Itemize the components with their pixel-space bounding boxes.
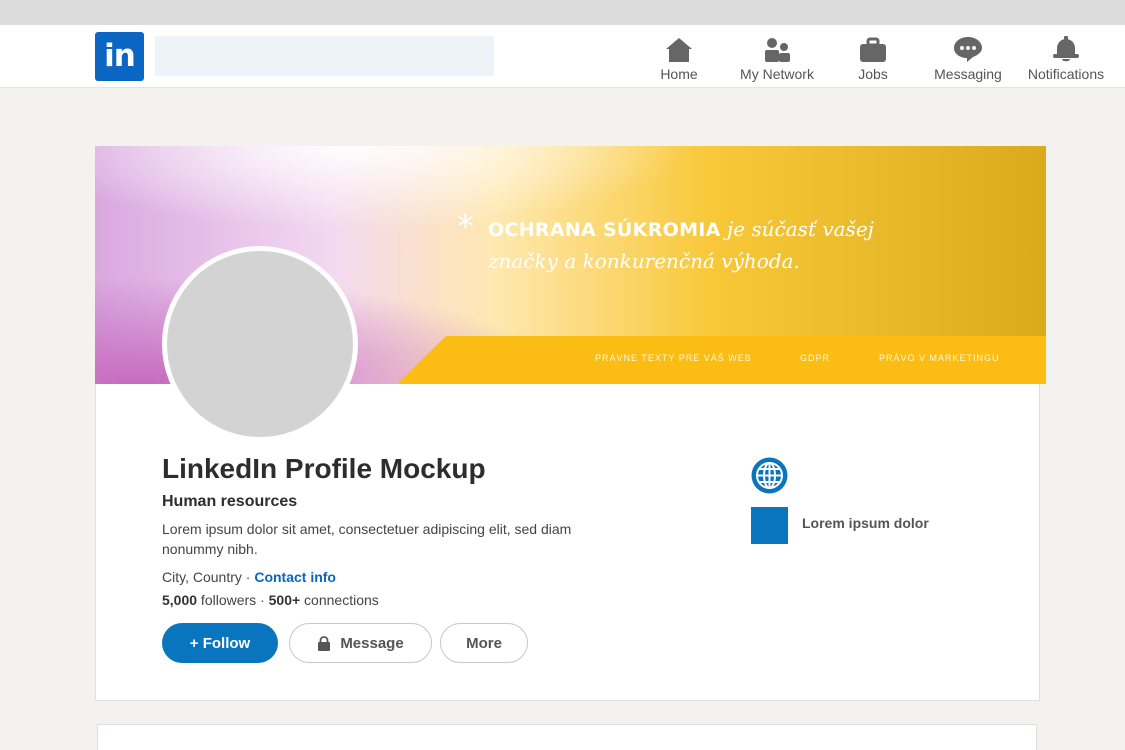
banner-link-legal-texts: PRÁVNE TEXTY PRE VÁŠ WEB xyxy=(595,353,752,363)
avatar[interactable] xyxy=(162,246,358,442)
followers-count: 5,000 xyxy=(162,592,198,608)
nav-jobs[interactable]: Jobs xyxy=(846,35,900,83)
linkedin-logo[interactable]: in xyxy=(95,32,144,81)
follow-button-label: + Follow xyxy=(189,634,251,652)
nav-messaging[interactable]: Messaging xyxy=(928,35,1008,83)
nav-notifications[interactable]: Notifications xyxy=(1020,35,1112,83)
banner-link-gdpr: GDPR xyxy=(800,353,831,363)
nav-jobs-label: Jobs xyxy=(858,66,888,82)
profile-about: Lorem ipsum dolor sit amet, consectetuer… xyxy=(162,521,572,557)
home-icon xyxy=(666,38,692,62)
message-button[interactable]: Message xyxy=(289,623,432,663)
company-logo[interactable] xyxy=(751,507,788,544)
location-separator: · xyxy=(241,569,255,585)
search-input[interactable] xyxy=(155,36,494,76)
followers-label: followers · xyxy=(197,592,269,608)
banner-headline-italic-1: je súčasť vašej xyxy=(727,217,874,241)
nav-notifications-label: Notifications xyxy=(1027,66,1105,82)
globe-icon[interactable] xyxy=(751,457,788,494)
nav-home-label: Home xyxy=(660,66,698,82)
people-icon xyxy=(765,38,790,62)
bell-icon xyxy=(1053,36,1079,62)
message-button-label: Message xyxy=(340,634,404,652)
banner-headline-italic-2: značky a konkurenčná výhoda. xyxy=(488,249,800,273)
browser-top-strip xyxy=(0,0,1125,25)
asterisk-icon: * xyxy=(457,207,474,247)
connections-label: connections xyxy=(300,592,379,608)
connections-count: 500+ xyxy=(268,592,301,608)
company-name[interactable]: Lorem ipsum dolor xyxy=(802,515,929,531)
more-button-label: More xyxy=(466,634,502,652)
profile-headline: Human resources xyxy=(162,493,298,510)
follow-button[interactable]: + Follow xyxy=(162,623,278,663)
profile-card: * OCHRANA SÚKROMIA je súčasť vašej značk… xyxy=(95,146,1046,701)
banner-link-marketing-law: PRÁVO V MARKETINGU xyxy=(879,353,1000,363)
more-button[interactable]: More xyxy=(440,623,528,663)
briefcase-icon xyxy=(860,37,886,62)
profile-name: LinkedIn Profile Mockup xyxy=(162,453,486,484)
next-section-card xyxy=(97,724,1037,750)
profile-location-line: City, Country · Contact info xyxy=(162,569,336,585)
profile-stats: 5,000 followers · 500+ connections xyxy=(162,592,379,608)
profile-location: City, Country xyxy=(162,569,242,585)
banner-headline: * OCHRANA SÚKROMIA je súčasť vašej značk… xyxy=(457,210,874,277)
nav-home[interactable]: Home xyxy=(652,35,706,83)
banner-headline-bold: OCHRANA SÚKROMIA xyxy=(488,219,721,241)
contact-info-link[interactable]: Contact info xyxy=(254,569,336,585)
top-navbar: in Home My Network Jobs Messaging Notifi… xyxy=(0,25,1125,88)
nav-messaging-label: Messaging xyxy=(934,66,1002,82)
lock-icon xyxy=(318,635,331,651)
nav-my-network[interactable]: My Network xyxy=(733,35,821,83)
nav-my-network-label: My Network xyxy=(740,66,814,82)
chat-bubble-icon xyxy=(954,37,982,62)
